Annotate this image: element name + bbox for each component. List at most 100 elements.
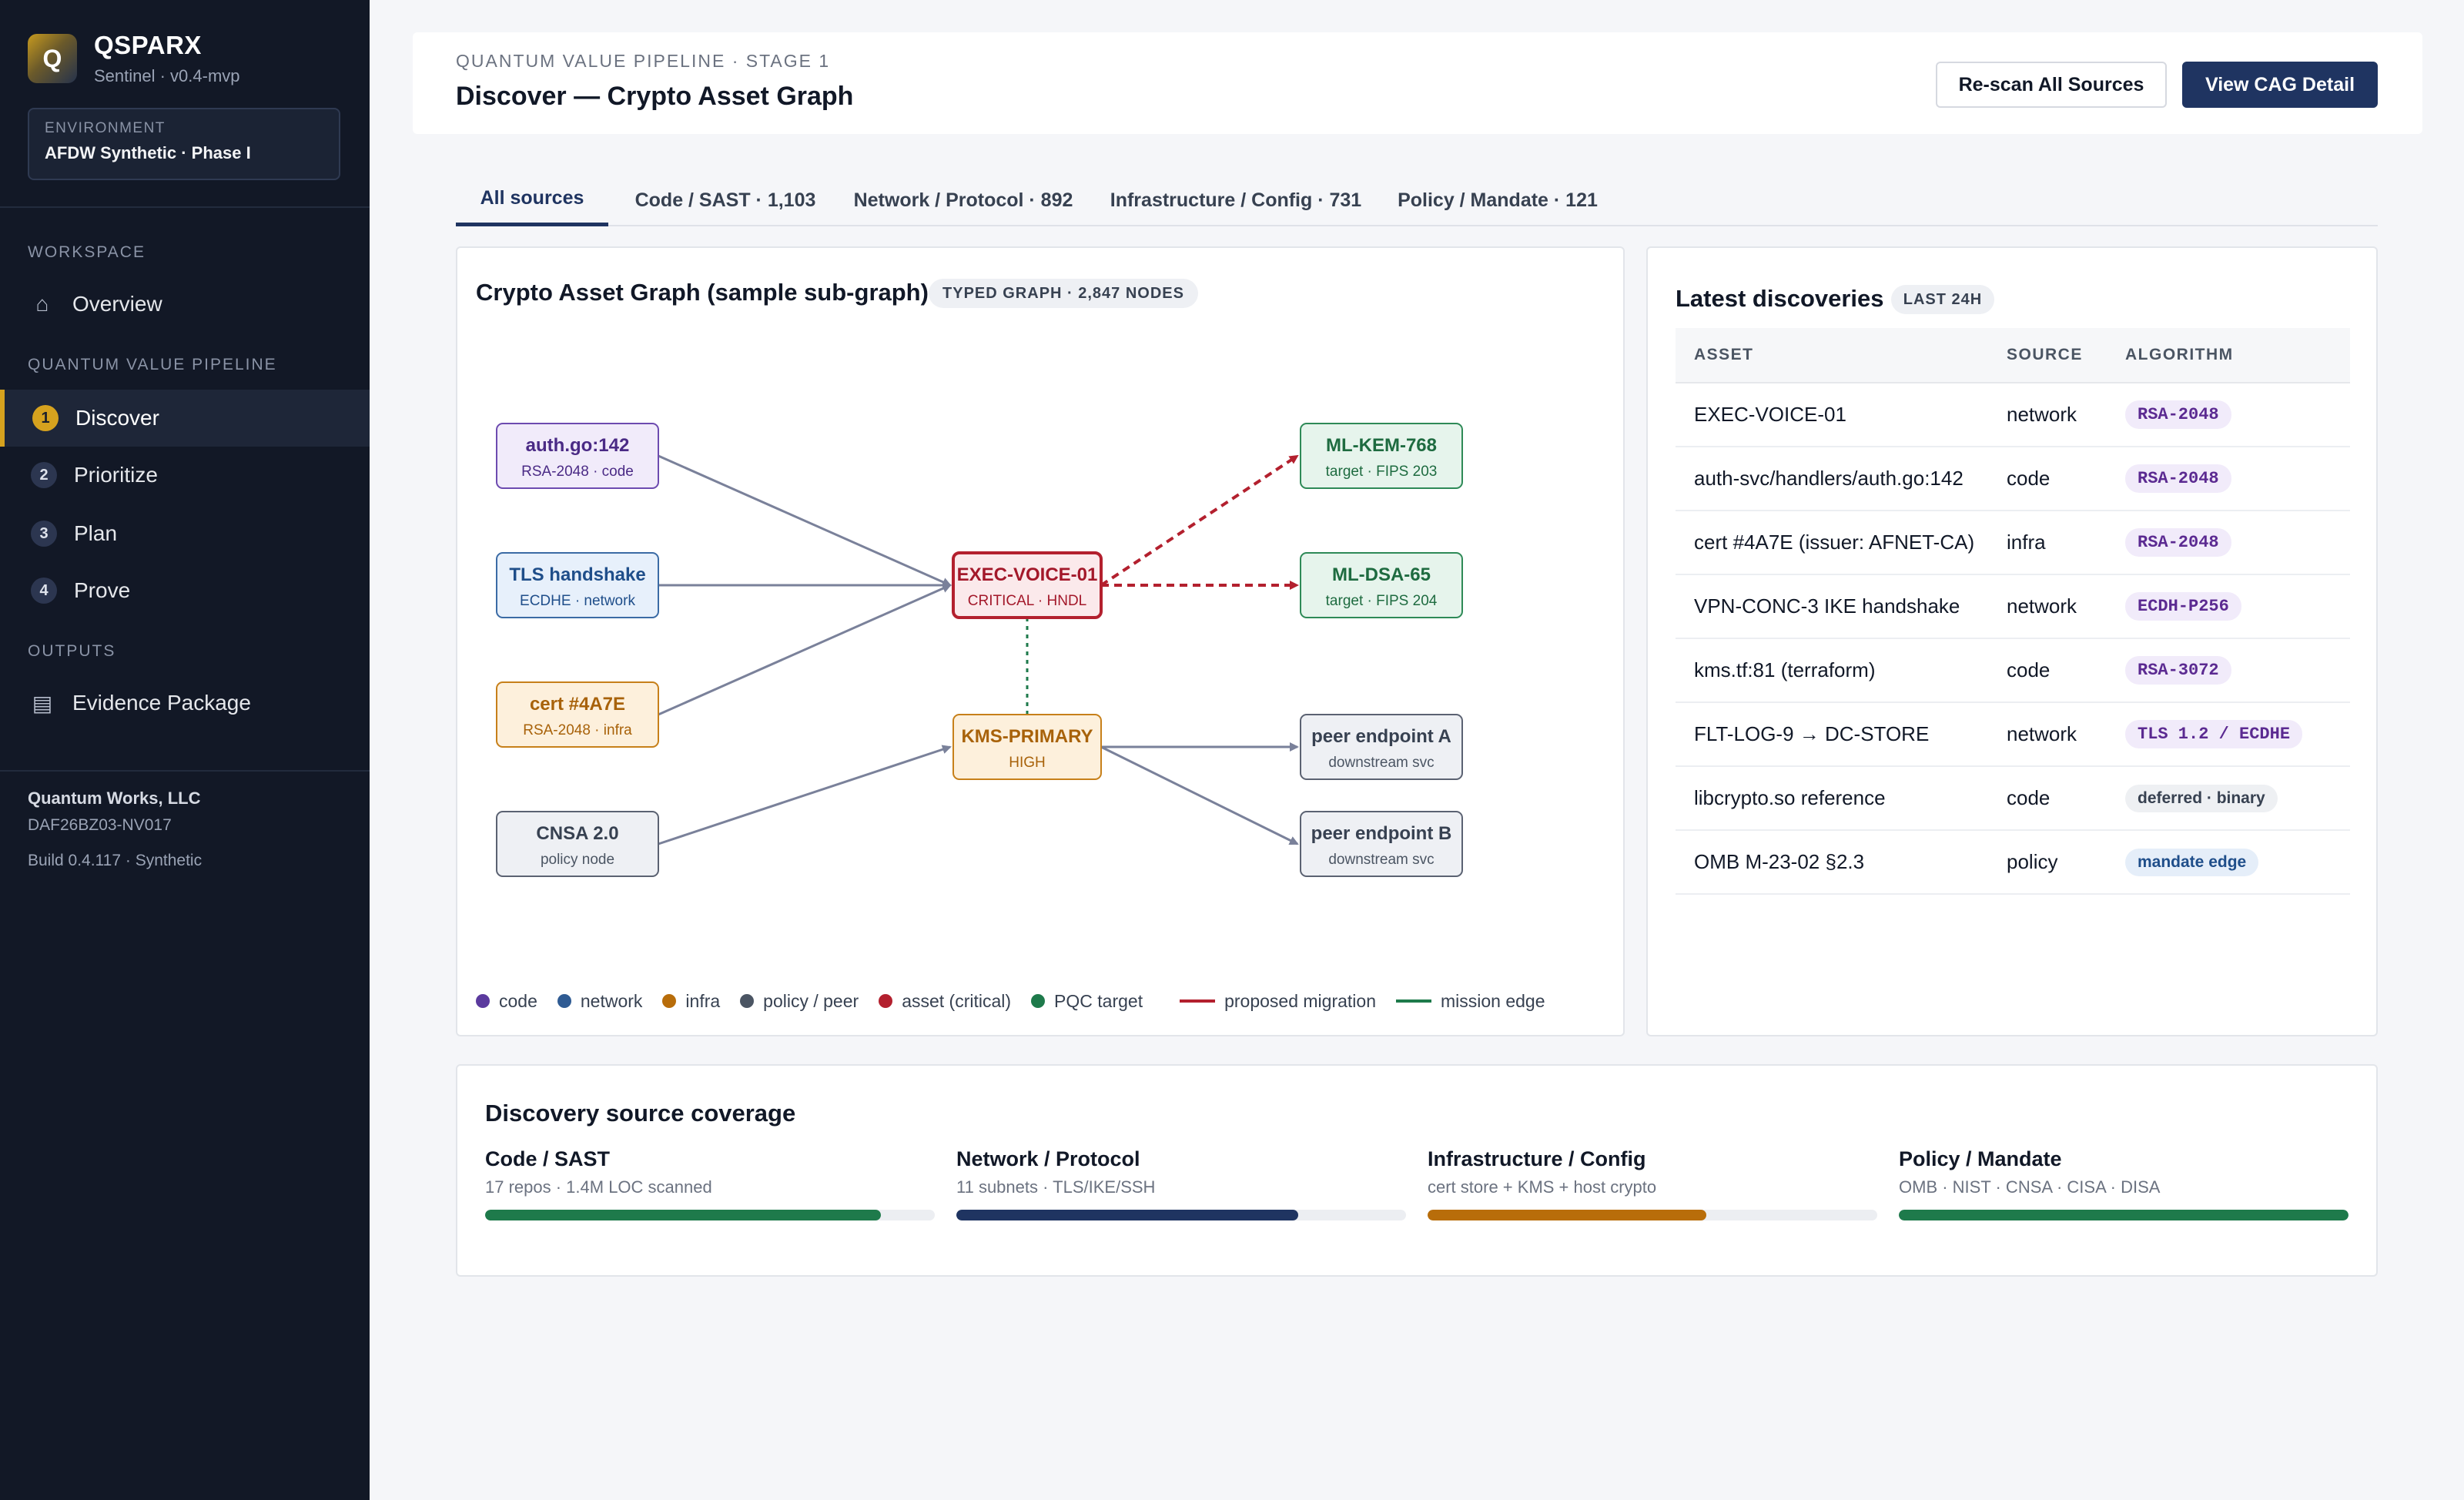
legend-dot-swatch	[879, 994, 893, 1008]
app-name: QSPARX	[94, 31, 202, 59]
sidebar-divider	[0, 770, 370, 772]
source-cell: code	[2007, 467, 2051, 490]
graph-edge-kms-peerB	[1100, 745, 1299, 845]
sidebar-item-label: Overview	[72, 292, 162, 316]
asset-cell: libcrypto.so reference	[1694, 786, 1886, 809]
sidebar-item-overview[interactable]: ⌂ Overview	[0, 276, 370, 333]
graph-node-tls[interactable]: TLS handshake ECDHE · network	[496, 552, 659, 618]
sidebar-item-label: Plan	[74, 521, 118, 545]
source-tabs: All sources Code / SAST · 1,103 Network …	[456, 174, 2378, 226]
view-cag-detail-button[interactable]: View CAG Detail	[2182, 62, 2378, 108]
legend-label: asset (critical)	[902, 990, 1012, 1011]
graph-node-kms[interactable]: KMS-PRIMARY HIGH	[952, 714, 1102, 780]
node-sublabel: HIGH	[1009, 755, 1046, 771]
legend-item: network	[557, 991, 642, 1012]
table-row[interactable]: FLT-LOG-9 → DC-STORE network TLS 1.2 / ECD…	[1676, 703, 2350, 767]
sidebar-item-discover[interactable]: 1 Discover	[0, 390, 370, 447]
sidebar-item-evidence-package[interactable]: ▤ Evidence Package	[0, 675, 370, 732]
column-header-algorithm: ALGORITHM	[2125, 346, 2234, 363]
node-sublabel: CRITICAL · HNDL	[968, 593, 1086, 609]
app-logo: Q	[28, 34, 77, 83]
graph-node-peerB[interactable]: peer endpoint B downstream svc	[1300, 811, 1463, 877]
crypto-asset-graph-card: Crypto Asset Graph (sample sub-graph) TY…	[456, 246, 1625, 1036]
algorithm-cell: deferred · binary	[2125, 784, 2350, 812]
algorithm-cell: TLS 1.2 / ECDHE	[2125, 720, 2350, 748]
rescan-all-sources-button[interactable]: Re-scan All Sources	[1936, 62, 2167, 108]
app-version: Sentinel · v0.4-mvp	[94, 66, 240, 85]
node-label: auth.go:142	[526, 435, 630, 456]
algorithm-badge: mandate edge	[2125, 848, 2259, 876]
asset-cell: cert #4A7E (issuer: AFNET-CA)	[1694, 531, 1975, 554]
algorithm-cell: mandate edge	[2125, 848, 2350, 876]
tab-policy-mandate[interactable]: Policy / Mandate · 121	[1386, 174, 1609, 226]
tab-infrastructure-config[interactable]: Infrastructure / Config · 731	[1096, 174, 1375, 226]
algorithm-cell: RSA-2048	[2125, 400, 2350, 429]
coverage-source-name: Infrastructure / Config	[1428, 1147, 1646, 1170]
org-name: Quantum Works, LLC	[28, 789, 201, 808]
legend-line-swatch	[1396, 999, 1431, 1003]
node-label: ML-DSA-65	[1332, 564, 1431, 585]
graph-node-cnsa[interactable]: CNSA 2.0 policy node	[496, 811, 659, 877]
coverage-progress-fill	[1428, 1210, 1707, 1220]
legend-label: infra	[685, 990, 721, 1011]
org-contract-id: DAF26BZ03-NV017	[28, 816, 172, 834]
coverage-source-desc: 17 repos · 1.4M LOC scanned	[485, 1177, 712, 1197]
column-header-source: SOURCE	[2007, 346, 2083, 363]
graph-node-cert[interactable]: cert #4A7E RSA-2048 · infra	[496, 681, 659, 748]
discoveries-title: Latest discoveries	[1676, 285, 1884, 312]
graph-edge-cert-exec	[658, 584, 952, 716]
node-sublabel: ECDHE · network	[520, 593, 635, 609]
table-row[interactable]: kms.tf:81 (terraform) code RSA-3072	[1676, 639, 2350, 703]
coverage-source-name: Code / SAST	[485, 1147, 611, 1170]
graph-node-peerA[interactable]: peer endpoint A downstream svc	[1300, 714, 1463, 780]
legend-label: policy / peer	[763, 990, 859, 1011]
tab-all-sources[interactable]: All sources	[456, 174, 608, 226]
outputs-section-label: OUTPUTS	[28, 642, 116, 660]
table-row[interactable]: EXEC-VOICE-01 network RSA-2048	[1676, 383, 2350, 447]
table-row[interactable]: VPN-CONC-3 IKE handshake network ECDH-P256	[1676, 575, 2350, 639]
graph-node-auth[interactable]: auth.go:142 RSA-2048 · code	[496, 423, 659, 489]
environment-label: ENVIRONMENT	[45, 120, 166, 136]
graph-node-dsa[interactable]: ML-DSA-65 target · FIPS 204	[1300, 552, 1463, 618]
asset-cell: auth-svc/handlers/auth.go:142	[1694, 467, 1964, 490]
table-body: EXEC-VOICE-01 network RSA-2048 auth-svc/han…	[1676, 383, 2350, 895]
graph-canvas[interactable]: auth.go:142 RSA-2048 · code TLS handshake E…	[457, 248, 1626, 1038]
source-cell: code	[2007, 786, 2051, 809]
source-cell: network	[2007, 594, 2077, 618]
legend-item: proposed migration	[1180, 991, 1376, 1012]
coverage-source-desc: 11 subnets · TLS/IKE/SSH	[956, 1177, 1156, 1197]
legend-item: infra	[662, 991, 720, 1012]
sidebar-item-prove[interactable]: 4 Prove	[0, 562, 370, 619]
sidebar-item-plan[interactable]: 3 Plan	[0, 505, 370, 562]
graph-node-exec[interactable]: EXEC-VOICE-01 CRITICAL · HNDL	[952, 551, 1103, 619]
tab-code-sast[interactable]: Code / SAST · 1,103	[621, 174, 830, 226]
legend-label: proposed migration	[1224, 990, 1376, 1011]
coverage-source-name: Network / Protocol	[956, 1147, 1140, 1170]
node-sublabel: RSA-2048 · code	[521, 464, 634, 480]
table-row[interactable]: cert #4A7E (issuer: AFNET-CA) infra RSA-20…	[1676, 511, 2350, 575]
node-label: peer endpoint B	[1311, 823, 1452, 844]
node-label: CNSA 2.0	[536, 823, 618, 844]
coverage-progress-fill	[1899, 1210, 2348, 1220]
sidebar-item-prioritize[interactable]: 2 Prioritize	[0, 447, 370, 504]
tab-network-protocol[interactable]: Network / Protocol · 892	[841, 174, 1086, 226]
legend-dot-swatch	[740, 994, 755, 1008]
coverage-progress-bar	[485, 1210, 935, 1220]
document-icon: ▤	[32, 691, 53, 715]
table-row[interactable]: OMB M-23-02 §2.3 policy mandate edge	[1676, 831, 2350, 895]
organization-info: Quantum Works, LLC DAF26BZ03-NV017 Build…	[28, 789, 202, 870]
asset-cell: VPN-CONC-3 IKE handshake	[1694, 594, 1960, 618]
node-label: ML-KEM-768	[1326, 435, 1437, 456]
coverage-item: Code / SAST 17 repos · 1.4M LOC scanned	[485, 1147, 935, 1220]
node-sublabel: downstream svc	[1328, 755, 1434, 771]
page-header: QUANTUM VALUE PIPELINE · STAGE 1 Discove…	[413, 32, 2422, 134]
table-row[interactable]: auth-svc/handlers/auth.go:142 code RSA-204…	[1676, 447, 2350, 511]
graph-node-kem[interactable]: ML-KEM-768 target · FIPS 203	[1300, 423, 1463, 489]
coverage-progress-bar	[956, 1210, 1406, 1220]
sidebar: Q QSPARX Sentinel · v0.4-mvp ENVIRONMENT…	[0, 0, 370, 1500]
legend-dot-swatch	[662, 994, 677, 1008]
table-row[interactable]: libcrypto.so reference code deferred · bin…	[1676, 767, 2350, 831]
step-badge: 4	[31, 578, 57, 604]
environment-selector[interactable]: ENVIRONMENT AFDW Synthetic · Phase I	[28, 108, 340, 180]
algorithm-cell: RSA-2048	[2125, 528, 2350, 557]
